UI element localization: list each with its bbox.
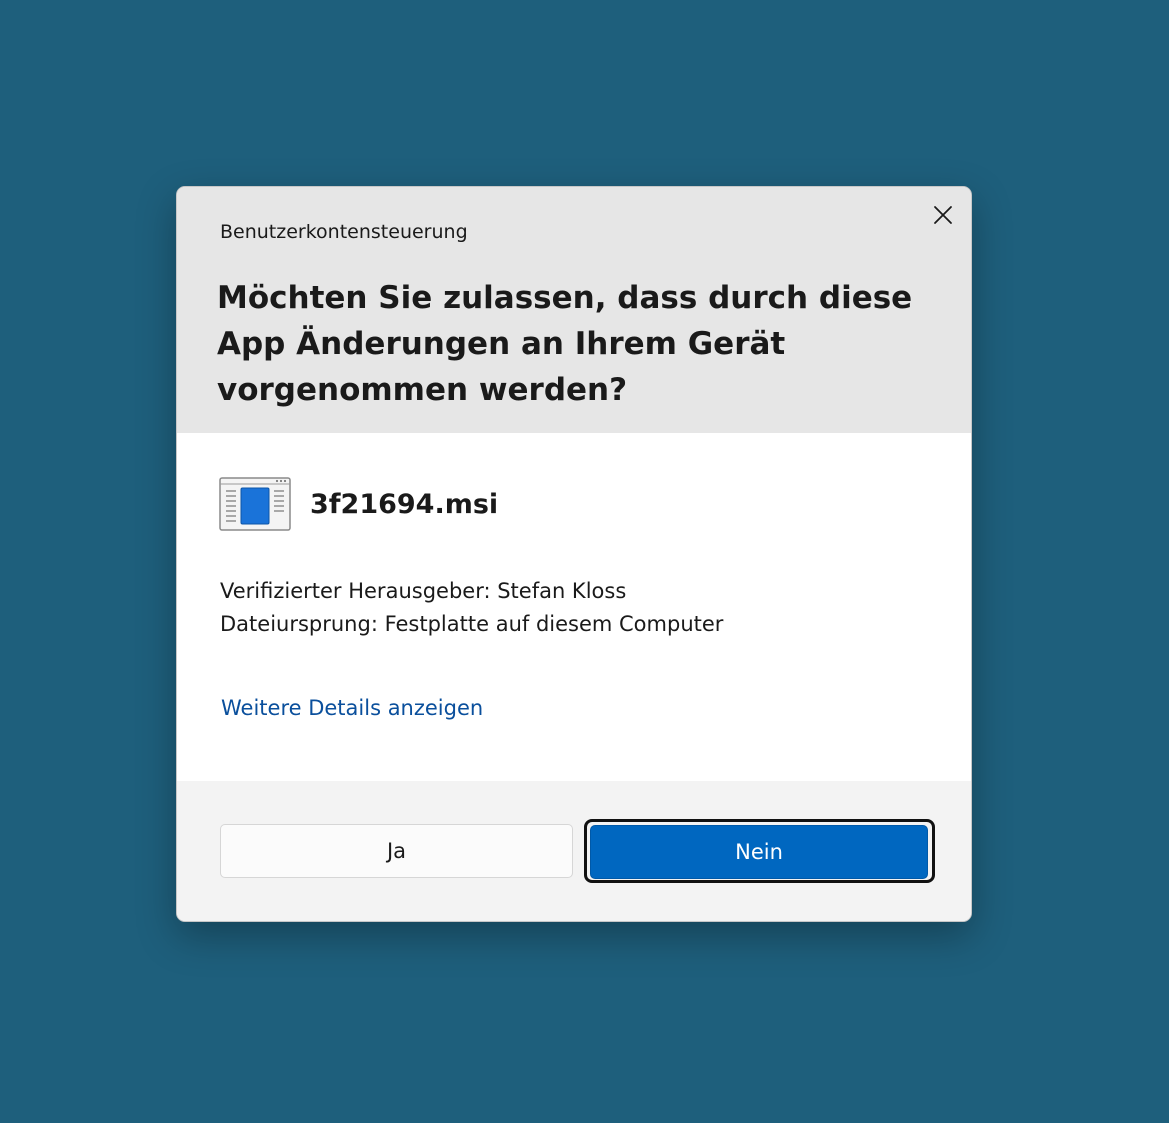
app-name: 3f21694.msi [310, 489, 499, 520]
dialog-title: Benutzerkontensteuerung [220, 221, 468, 243]
no-button[interactable]: Nein [590, 825, 928, 879]
file-origin-info: Dateiursprung: Festplatte auf diesem Com… [220, 612, 724, 636]
installer-window-icon [219, 477, 291, 531]
dialog-question: Möchten Sie zulassen, dass durch diese A… [217, 280, 913, 408]
close-button[interactable] [925, 197, 961, 233]
dialog-content: 3f21694.msi Verifizierter Herausgeber: S… [177, 433, 971, 781]
close-icon [934, 206, 952, 224]
uac-dialog: Benutzerkontensteuerung Möchten Sie zula… [176, 186, 972, 922]
yes-button[interactable]: Ja [220, 824, 573, 878]
dialog-footer: Ja Nein [177, 781, 971, 921]
dialog-header: Benutzerkontensteuerung Möchten Sie zula… [177, 187, 971, 433]
publisher-info: Verifizierter Herausgeber: Stefan Kloss [220, 579, 627, 603]
show-details-link[interactable]: Weitere Details anzeigen [221, 692, 483, 724]
